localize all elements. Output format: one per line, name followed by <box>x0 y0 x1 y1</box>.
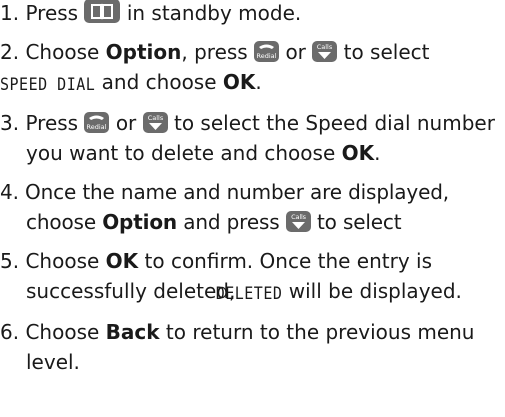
softkey-label-option: Option <box>102 210 178 234</box>
step-text: Press <box>25 111 79 135</box>
svg-text:Calls: Calls <box>147 114 163 122</box>
step-text: . <box>255 70 262 94</box>
phonebook-key-icon <box>84 0 121 23</box>
svg-text:Redial: Redial <box>87 123 107 131</box>
softkey-label-ok: OK <box>222 70 256 94</box>
step-text: or <box>115 111 137 135</box>
step-6: 6. Choose Back to return to the previous… <box>0 317 505 377</box>
step-4: 4. Once the name and number are displaye… <box>0 177 505 237</box>
svg-text:Calls: Calls <box>317 43 333 51</box>
step-number: 6. <box>0 320 20 344</box>
step-3: 3. Press Redial or Calls to select the S… <box>0 108 505 168</box>
step-text: Choose <box>25 40 100 64</box>
step-number: 2. <box>0 40 20 64</box>
redial-key-icon: Redial <box>84 112 110 133</box>
svg-text:Redial: Redial <box>257 52 277 60</box>
step-number: 3. <box>0 111 20 135</box>
step-text: in standby mode. <box>126 1 302 25</box>
step-number: 1. <box>0 1 20 25</box>
step-1: 1. Press in standby mode. <box>0 0 505 28</box>
calls-key-icon: Calls <box>312 41 338 62</box>
lcd-text-deleted: DELETED <box>215 282 283 304</box>
step-text: to select <box>316 210 402 234</box>
softkey-label-back: Back <box>105 320 160 344</box>
step-text: . <box>374 141 381 165</box>
step-text: to select <box>343 40 430 64</box>
step-text: and choose <box>101 70 217 94</box>
step-text: Choose <box>25 249 100 273</box>
softkey-label-ok: OK <box>105 249 139 273</box>
redial-key-icon: Redial <box>254 41 280 62</box>
step-5: 5. Choose OK to confirm. Once the entry … <box>0 246 505 308</box>
step-2: 2. Choose Option, press Redial or Calls … <box>0 37 505 99</box>
step-number: 4. <box>0 180 19 204</box>
step-text: or <box>285 40 306 64</box>
instruction-steps: 1. Press in standby mode. 2. Choose Opti… <box>0 0 505 386</box>
lcd-text-speed-dial: SPEED DIAL <box>0 73 96 95</box>
step-text: and press <box>183 210 280 234</box>
softkey-label-ok: OK <box>341 141 375 165</box>
step-text: Press <box>25 1 79 25</box>
step-text: , press <box>181 40 248 64</box>
step-number: 5. <box>0 249 20 273</box>
softkey-label-option: Option <box>105 40 182 64</box>
calls-key-icon: Calls <box>285 211 311 232</box>
calls-key-icon: Calls <box>142 112 168 133</box>
step-text: Choose <box>25 320 100 344</box>
step-text: will be displayed. <box>288 279 462 303</box>
svg-text:Calls: Calls <box>291 213 307 221</box>
